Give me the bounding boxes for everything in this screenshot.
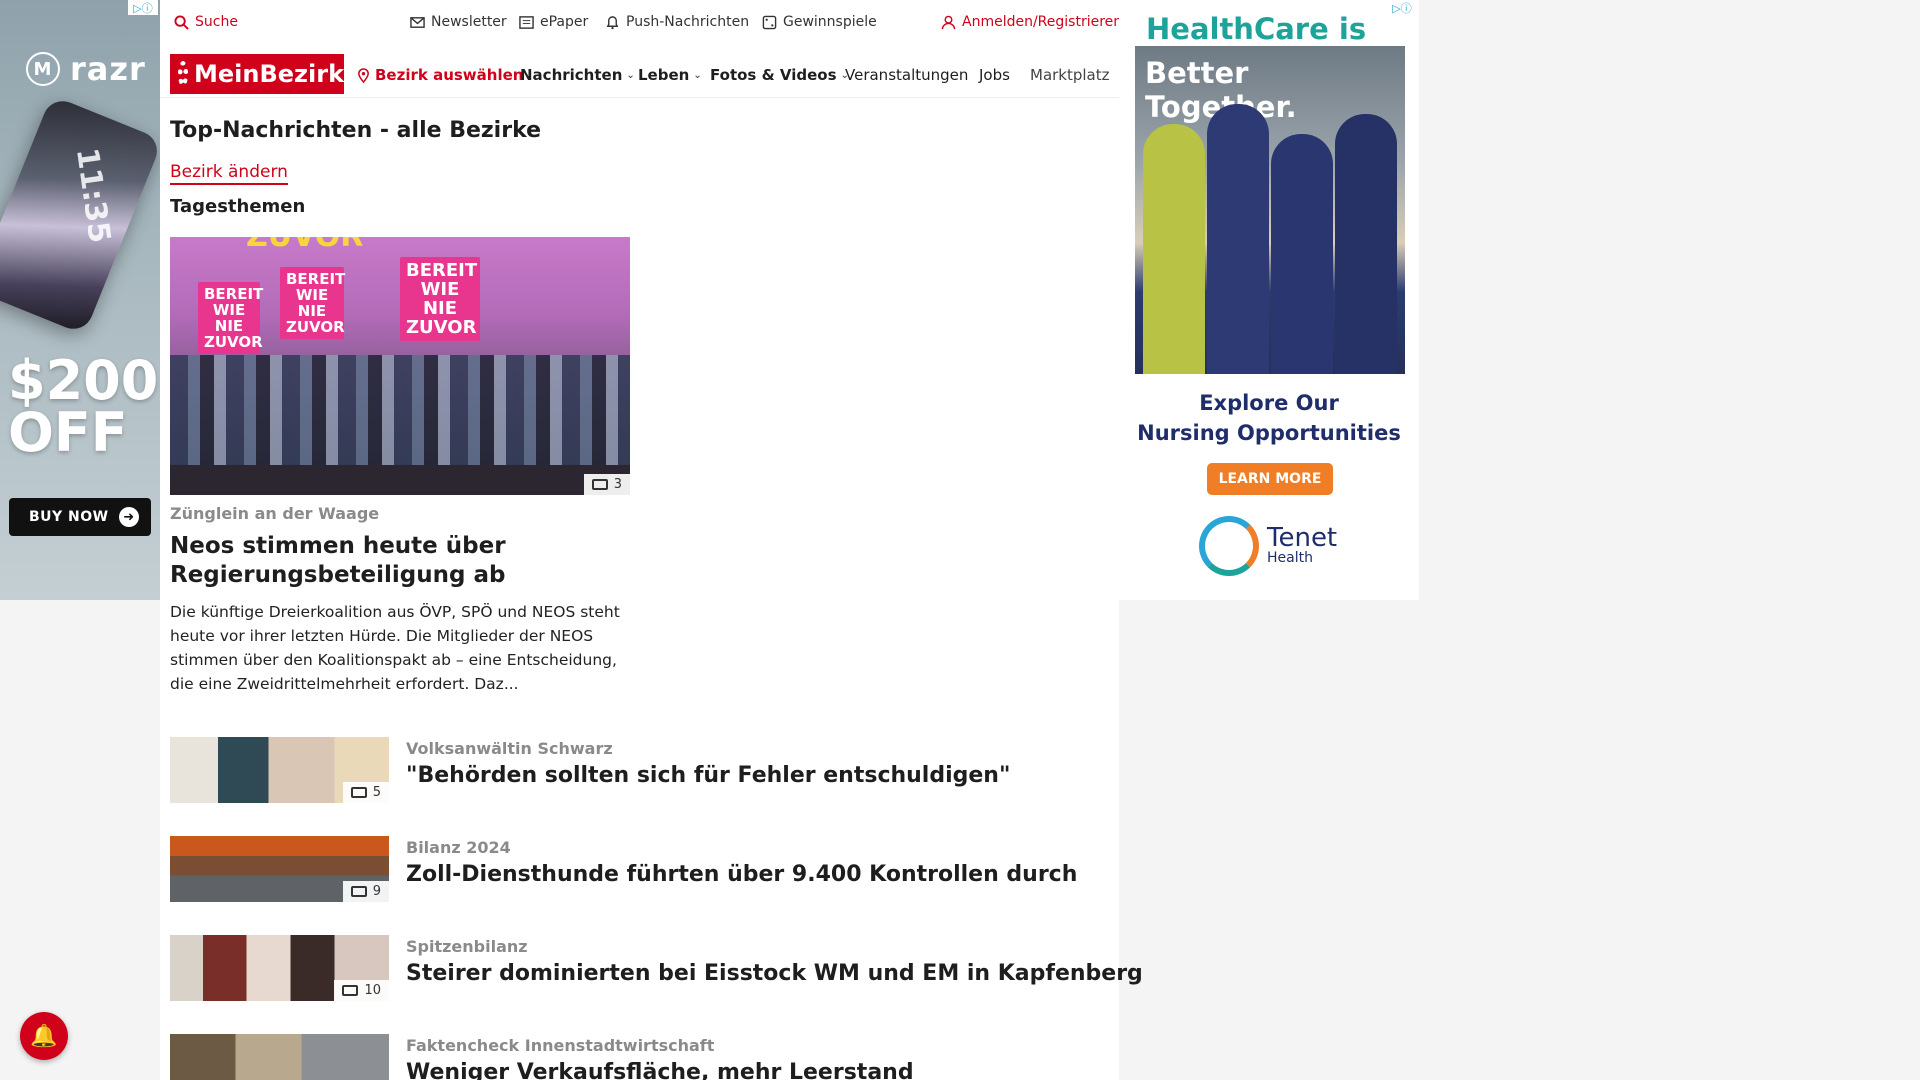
article-headline[interactable]: Zoll-Diensthunde führten über 9.400 Kont… [406, 862, 1077, 887]
article-row[interactable]: 10 Spitzenbilanz Steirer dominierten bei… [170, 935, 1143, 1005]
hero-sign: BEREIT WIE NIE ZUVOR [400, 257, 480, 341]
contests-link[interactable]: Gewinnspiele [762, 14, 877, 30]
nav-fotos-videos[interactable]: Fotos & Videos ⌄ [710, 66, 849, 84]
select-district-button[interactable]: Bezirk auswählen [356, 66, 523, 84]
tenet-logo: Tenet Health [1199, 516, 1337, 576]
search-icon [174, 14, 189, 30]
image-count-badge: 3 [583, 474, 630, 495]
article-headline[interactable]: "Behörden sollten sich für Fehler entsch… [406, 763, 1010, 788]
ad-person [1271, 134, 1333, 374]
change-district-link[interactable]: Bezirk ändern [170, 162, 288, 185]
image-count-badge: 5 [342, 782, 389, 803]
search-link[interactable]: Suche [174, 14, 238, 30]
main-content: Suche Newsletter ePaper Push-Nachrichten… [160, 0, 1143, 1080]
nav-nachrichten[interactable]: Nachrichten ⌄ [520, 66, 635, 84]
gallery-icon [591, 479, 608, 490]
epaper-link[interactable]: ePaper [519, 14, 588, 30]
hero-headline[interactable]: Neos stimmen heute über Regierungsbeteil… [170, 532, 630, 590]
top-utility-bar: Suche Newsletter ePaper Push-Nachrichten… [160, 0, 1122, 46]
left-ad-banner[interactable]: ▷ⓘ M razr 11:35 $200 OFF BUY NOW ➜ [0, 0, 160, 600]
ad-phone-image: 11:35 [0, 95, 160, 335]
ad-person [1143, 124, 1205, 374]
nav-veranstaltungen[interactable]: Veranstaltungen [845, 66, 968, 84]
nav-marktplatz[interactable]: Marktplatz [1030, 66, 1115, 84]
article-thumbnail[interactable]: 5 [170, 737, 389, 803]
image-count-badge: 10 [334, 980, 389, 1001]
ad-person [1335, 114, 1397, 374]
article-headline[interactable]: Steirer dominierten bei Eisstock WM und … [406, 961, 1143, 986]
ad-nurses-photo: Better Together. [1135, 46, 1405, 374]
chevron-down-icon: ⌄ [693, 69, 702, 81]
notification-bell-button[interactable]: 🔔 [20, 1012, 68, 1060]
article-headline[interactable]: Weniger Verkaufsfläche, mehr Leerstand [406, 1060, 914, 1080]
adchoices-icon[interactable]: ▷ⓘ [1387, 0, 1417, 15]
push-notifications-link[interactable]: Push-Nachrichten [605, 14, 749, 30]
nav-leben[interactable]: Leben ⌄ [638, 66, 702, 84]
motorola-logo-icon: M [26, 52, 60, 86]
ad-explore-text: Explore Our Nursing Opportunities [1137, 391, 1401, 445]
site-logo[interactable]: MeinBezirk [170, 54, 344, 94]
arrow-right-icon: ➜ [119, 507, 139, 527]
location-pin-icon [358, 67, 369, 83]
hero-stage [170, 465, 630, 495]
hero-sign: BEREIT WIE NIE ZUVOR [280, 267, 345, 339]
buy-now-button[interactable]: BUY NOW ➜ [9, 498, 151, 536]
main-navigation: MeinBezirk Bezirk auswählen Nachrichten ⌄… [160, 52, 1119, 98]
article-row[interactable]: 9 Bilanz 2024 Zoll-Diensthunde führten ü… [170, 836, 1110, 906]
ad-price: $200 OFF [8, 349, 159, 464]
login-register-link[interactable]: Anmelden/Registrieren [941, 14, 1122, 30]
logo-flower-icon [178, 61, 188, 87]
bell-icon [606, 15, 619, 29]
newsletter-link[interactable]: Newsletter [410, 14, 507, 30]
nav-jobs[interactable]: Jobs [979, 66, 1010, 84]
page-title: Top-Nachrichten - alle Bezirke [170, 118, 542, 143]
phone-clock-text: 11:35 [68, 145, 117, 246]
hero-kicker: Zünglein an der Waage [170, 504, 380, 523]
bell-icon: 🔔 [30, 1023, 58, 1049]
gallery-icon [350, 886, 367, 897]
article-kicker: Volksanwältin Schwarz [406, 739, 613, 758]
newspaper-icon [519, 15, 534, 29]
article-kicker: Faktencheck Innenstadtwirtschaft [406, 1036, 715, 1055]
article-row[interactable]: Faktencheck Innenstadtwirtschaft Weniger… [170, 1034, 1110, 1080]
ad-brand: M razr [26, 50, 146, 88]
right-ad-banner[interactable]: ▷ⓘ HealthCare is Better Together. Explor… [1119, 0, 1419, 600]
mail-icon [410, 16, 425, 28]
chevron-down-icon: ⌄ [626, 69, 635, 81]
article-kicker: Spitzenbilanz [406, 937, 528, 956]
gallery-icon [342, 985, 359, 996]
hero-sign: BEREIT WIE NIE ZUVOR [198, 282, 263, 354]
ad-headline: HealthCare is [1146, 12, 1367, 46]
hero-banner-text: ZUVOR [240, 237, 369, 252]
dice-icon [762, 15, 777, 29]
image-count-badge: 9 [342, 881, 389, 902]
hero-teaser: Die künftige Dreierkoalition aus ÖVP, SP… [170, 603, 620, 693]
hero-image[interactable]: ZUVOR BEREIT WIE NIE ZUVOR BEREIT WIE NI… [170, 237, 630, 495]
article-thumbnail[interactable] [170, 1034, 389, 1080]
section-title: Tagesthemen [170, 196, 306, 217]
article-row[interactable]: 5 Volksanwältin Schwarz "Behörden sollte… [170, 737, 1110, 807]
user-icon [941, 15, 956, 29]
adchoices-icon[interactable]: ▷ⓘ [128, 0, 158, 15]
article-kicker: Bilanz 2024 [406, 838, 511, 857]
article-thumbnail[interactable]: 10 [170, 935, 389, 1001]
tenet-ring-icon [1199, 516, 1259, 576]
ad-person [1207, 104, 1269, 374]
learn-more-button[interactable]: LEARN MORE [1207, 463, 1333, 495]
article-thumbnail[interactable]: 9 [170, 836, 389, 902]
gallery-icon [350, 787, 367, 798]
